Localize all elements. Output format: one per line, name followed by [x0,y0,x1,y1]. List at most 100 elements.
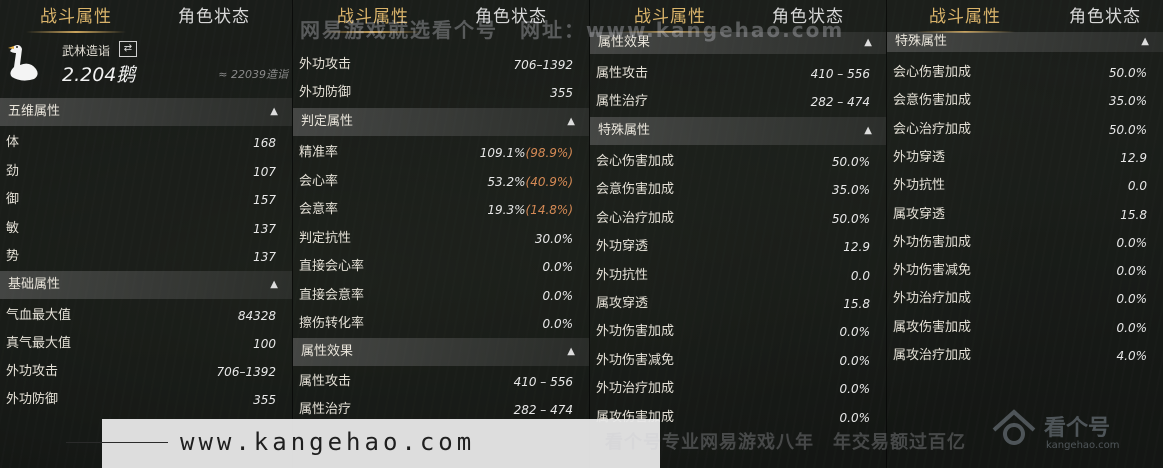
attribute-row: 属性治疗 282 – 474 [590,88,886,116]
section-header-panding[interactable]: 判定属性 ▲ [293,108,589,136]
attribute-label: 外功抗性 [596,267,649,283]
logo-eye-icon [992,409,1036,445]
attribute-row: 会意率 19.3%(14.8%) [293,196,589,224]
attribute-row: 体 168 [0,129,292,157]
attribute-value-main: 15.8 [1120,207,1147,222]
panel-tabs: 战斗属性 角色状态 [887,0,1163,33]
watermark-url: www.kangehao.com [180,428,476,456]
attribute-label: 势 [6,249,20,264]
tab-battle-attributes[interactable]: 战斗属性 [26,2,126,33]
attribute-label: 御 [6,192,20,207]
attribute-row: 属攻穿透 15.8 [887,201,1163,229]
attribute-value: 0.0 [1128,172,1147,200]
section-title: 特殊属性 [895,34,948,49]
attribute-label: 会心率 [299,173,339,189]
tab-battle-attributes[interactable]: 战斗属性 [915,2,1015,33]
attribute-row: 直接会心率 0.0% [293,253,589,281]
attribute-value-main: 12.9 [1120,150,1147,165]
attribute-value: 100 [253,330,276,358]
attribute-value: 157 [253,186,276,214]
attribute-label: 属性攻击 [596,66,649,81]
attribute-value-main: 282 – 474 [810,95,870,109]
attribute-value: 706–1392 [217,358,276,386]
attribute-label: 精准率 [299,145,339,160]
rank-title: 武林造诣 [62,44,111,58]
attribute-row: 会心伤害加成 50.0% [887,59,1163,87]
section-header-xiaoguo[interactable]: 属性效果 ▲ [293,338,589,366]
attribute-value-main: 15.8 [843,297,870,311]
tab-role-status[interactable]: 角色状态 [1069,2,1141,27]
caret-up-icon[interactable]: ▲ [270,271,278,299]
attribute-value: 168 [253,129,276,157]
attribute-label: 属性治疗 [596,94,649,109]
attribute-value-main: 35.0% [1108,94,1147,109]
attribute-value: 30.0% [535,225,573,253]
attribute-value-main: 168 [253,136,276,150]
attribute-value: 50.0% [832,148,870,176]
attribute-value-main: 50.0% [831,155,870,169]
attribute-value: 410 – 556 [514,368,573,396]
swap-icon[interactable]: ⇄ [119,41,137,57]
attribute-value-main: 706–1392 [216,365,276,379]
attribute-panel-1: 战斗属性 角色状态 武林造诣 ⇄ 2.204鹅 ≈ 22039造诣 五维属性 ▲… [0,0,293,468]
watermark-middle: 看个号专业网易游戏八年 年交易额过百亿 [605,432,966,453]
caret-up-icon[interactable]: ▲ [1141,32,1149,52]
attribute-row: 外功穿透 12.9 [590,233,886,261]
attribute-value-main: 53.2% [487,174,526,189]
caret-up-icon[interactable]: ▲ [567,108,575,136]
attribute-value-main: 0.0% [542,317,574,331]
attribute-value: 0.0% [840,347,871,375]
attribute-value: 137 [253,215,276,243]
section-title: 特殊属性 [598,123,651,138]
attribute-value-main: 410 – 556 [513,375,573,389]
attribute-row: 敏 137 [0,215,292,243]
attribute-row: 会意伤害加成 35.0% [887,87,1163,115]
attribute-row: 属攻伤害加成 0.0% [887,314,1163,342]
section-header-jichu[interactable]: 基础属性 ▲ [0,271,292,299]
attribute-value-main: 0.0% [1116,320,1148,335]
attribute-row: 劲 107 [0,158,292,186]
caret-up-icon[interactable]: ▲ [270,98,278,126]
attribute-value-main: 410 – 556 [810,67,870,81]
attribute-value-main: 0.0% [1116,292,1148,307]
tab-role-status[interactable]: 角色状态 [178,2,250,27]
section-title: 属性效果 [301,344,354,359]
caret-up-icon[interactable]: ▲ [864,32,872,54]
attribute-value: 107 [253,158,276,186]
attribute-value-main: 84328 [237,309,276,323]
attribute-row: 会意伤害加成 35.0% [590,176,886,204]
attribute-row: 外功伤害加成 0.0% [590,318,886,346]
attribute-row: 属攻穿透 15.8 [590,290,886,318]
attribute-label: 外功穿透 [596,239,649,255]
attribute-value: 35.0% [1109,87,1147,115]
caret-up-icon[interactable]: ▲ [864,117,872,145]
attribute-label: 会意伤害加成 [893,93,972,109]
attribute-row: 真气最大值 100 [0,330,292,358]
attribute-value-base: (98.9%) [525,146,573,160]
attribute-row: 直接会意率 0.0% [293,282,589,310]
attribute-row: 气血最大值 84328 [0,302,292,330]
attribute-row: 外功攻击 706–1392 [0,358,292,386]
section-header-teshu[interactable]: 特殊属性 ▲ [590,117,886,145]
attribute-row: 外功防御 355 [0,386,292,414]
attribute-value: 15.8 [843,290,870,318]
attribute-value: 15.8 [1120,201,1147,229]
section-header-teshu[interactable]: 特殊属性 ▲ [887,32,1163,52]
attribute-label: 外功伤害加成 [596,324,675,340]
attribute-value: 0.0% [840,318,871,346]
attribute-row: 属性攻击 410 – 556 [293,368,589,396]
attribute-value-main: 0.0 [1127,179,1147,194]
attribute-label: 外功治疗加成 [596,381,675,397]
attribute-label: 会心伤害加成 [596,154,675,169]
attribute-value: 12.9 [1120,144,1147,172]
caret-up-icon[interactable]: ▲ [567,338,575,366]
attribute-label: 直接会意率 [299,287,365,303]
attribute-value: 50.0% [832,205,870,233]
attribute-value-main: 100 [253,337,276,351]
attribute-row: 外功治疗加成 0.0% [590,375,886,403]
attribute-row: 御 157 [0,186,292,214]
attribute-row: 精准率 109.1%(98.9%) [293,139,589,167]
section-header-wuwei[interactable]: 五维属性 ▲ [0,98,292,126]
attribute-label: 劲 [6,163,20,179]
attribute-label: 体 [6,135,20,150]
